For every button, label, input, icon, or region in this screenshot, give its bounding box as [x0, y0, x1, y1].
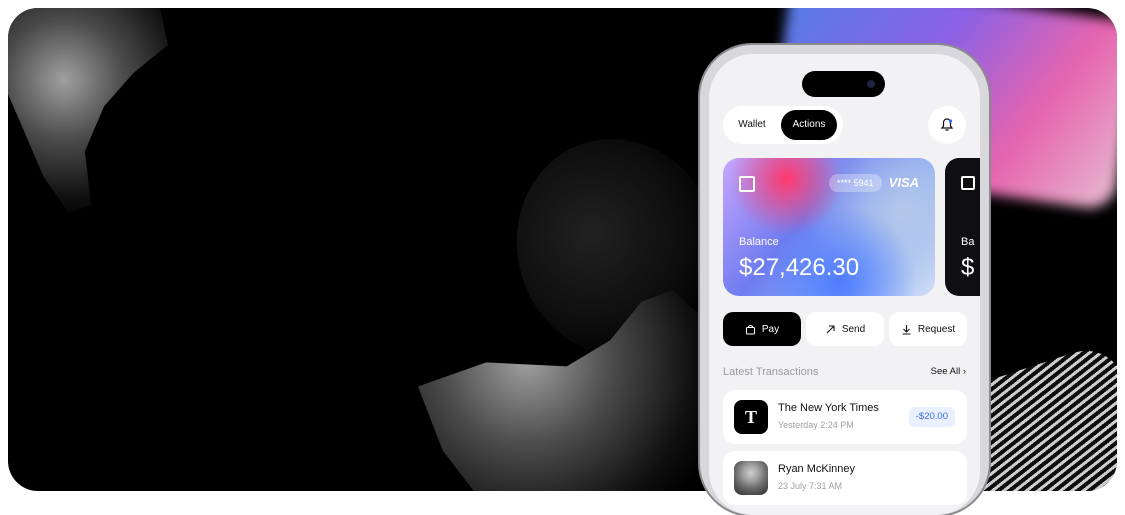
transaction-row[interactable]: Ryan McKinney 23 July 7:31 AM [723, 451, 967, 505]
notifications-button[interactable] [928, 106, 966, 144]
card-brand: VISA [888, 175, 919, 190]
balance-label: Balance [739, 236, 779, 248]
phone-mockup: Wallet Actions **** 5941 VISA Balance $2… [700, 45, 989, 515]
arrow-down-icon [902, 324, 911, 335]
segmented-control: Wallet Actions [723, 106, 843, 144]
next-card-peek[interactable]: Ba $ [945, 158, 980, 296]
bag-icon [745, 324, 755, 334]
request-button[interactable]: Request [889, 312, 967, 346]
payment-card[interactable]: **** 5941 VISA Balance $27,426.30 [723, 158, 935, 296]
send-label: Send [841, 323, 866, 335]
see-all-label: See All [930, 366, 961, 377]
send-button[interactable]: Send [806, 312, 884, 346]
transaction-name: The New York Times [778, 402, 879, 414]
phone-screen: Wallet Actions **** 5941 VISA Balance $2… [709, 54, 980, 515]
avatar [734, 461, 768, 495]
chase-icon [739, 176, 755, 192]
latest-transactions-title: Latest Transactions [723, 366, 819, 378]
tab-wallet[interactable]: Wallet [727, 110, 777, 140]
pay-label: Pay [761, 323, 780, 335]
next-card-value: $ [961, 254, 975, 281]
arrow-up-right-icon [826, 324, 835, 333]
camera-icon [867, 80, 875, 88]
chase-icon [961, 176, 975, 190]
next-card-label: Ba [961, 236, 975, 248]
pay-button[interactable]: Pay [723, 312, 801, 346]
see-all-link[interactable]: See All › [931, 366, 966, 377]
balance-value: $27,426.30 [739, 254, 860, 281]
nyt-logo-icon: T [734, 400, 768, 434]
transaction-time: Yesterday 2:24 PM [778, 420, 854, 430]
card-number-badge: **** 5941 [829, 174, 882, 192]
bell-icon [940, 118, 954, 131]
dynamic-island [802, 71, 885, 97]
decor-rock-top [8, 8, 168, 213]
request-label: Request [917, 323, 956, 335]
transaction-amount: -$20.00 [908, 407, 955, 427]
chevron-right-icon: › [962, 366, 966, 377]
tab-actions[interactable]: Actions [781, 110, 837, 140]
transaction-time: 23 July 7:31 AM [778, 481, 843, 491]
transaction-name: Ryan McKinney [778, 463, 856, 475]
transaction-row[interactable]: T The New York Times Yesterday 2:24 PM -… [723, 390, 967, 444]
